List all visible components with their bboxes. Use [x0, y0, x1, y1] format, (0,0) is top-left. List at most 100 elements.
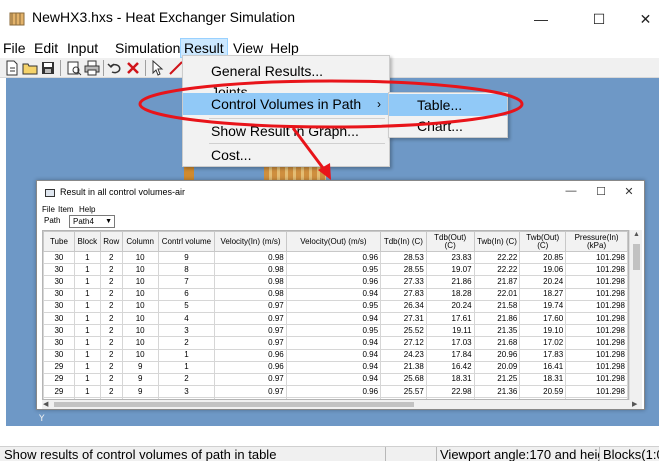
table-cell: 0.95: [285, 263, 382, 277]
table-row[interactable]: 29 1 2 9 1 0.96 0.94 21.38 16.42 20.09 16.41 101.29…: [43, 360, 628, 374]
table-cell: 1: [73, 311, 101, 326]
table-cell: 9: [121, 372, 159, 387]
scroll-thumb[interactable]: [54, 402, 414, 407]
result-menu-help[interactable]: Help: [79, 205, 95, 215]
table-row[interactable]: 30 1 2 10 5 0.97 0.95 26.34 20.24 21.58 19.74 101.2…: [43, 299, 628, 313]
column-header[interactable]: Row: [99, 231, 123, 252]
table-cell: 101.298: [565, 287, 628, 301]
scroll-up-icon[interactable]: ▲: [633, 231, 640, 238]
menu-simulation[interactable]: Simulation: [112, 38, 183, 58]
app-icon: [9, 12, 25, 26]
column-header[interactable]: Velocity(Out) (m/s): [285, 231, 382, 252]
table-cell: 1: [73, 287, 101, 301]
table-row[interactable]: 30 1 2 10 3 0.97 0.95 25.52 19.11 21.35 19.10 101.2…: [43, 324, 628, 338]
table-cell: 21.86: [425, 275, 475, 289]
column-header[interactable]: Twb(In) (C): [473, 231, 521, 252]
table-cell: 101.298: [565, 299, 628, 313]
scroll-left-icon[interactable]: ◀: [43, 400, 48, 408]
menu-item-control-volumes[interactable]: Control Volumes in Path ›: [183, 93, 389, 115]
column-header[interactable]: Tdb(In) (C): [380, 231, 427, 252]
vertical-scrollbar[interactable]: ▲: [629, 230, 642, 400]
table-cell: 2: [99, 263, 123, 277]
horizontal-scrollbar[interactable]: ◀ ▶: [42, 400, 642, 409]
table-cell: 22.98: [425, 385, 475, 399]
table-cell: 2: [157, 336, 216, 350]
table-cell: 2: [99, 275, 123, 289]
table-cell: 17.60: [519, 311, 567, 326]
table-row[interactable]: 30 1 2 10 4 0.97 0.94 27.31 17.61 21.86 17.60 101.2…: [43, 311, 628, 326]
menu-file[interactable]: File: [0, 38, 29, 58]
table-cell: 101.298: [565, 311, 628, 326]
close-button[interactable]: ✕: [632, 6, 659, 32]
scroll-right-icon[interactable]: ▶: [632, 400, 637, 408]
menu-item-general-results[interactable]: General Results...: [183, 60, 389, 82]
table-cell: 19.10: [519, 324, 567, 338]
column-header[interactable]: Column: [121, 231, 159, 252]
table-row[interactable]: 30 1 2 10 2 0.97 0.94 27.12 17.03 21.68 17.02 101.2…: [43, 336, 628, 350]
table-row[interactable]: 30 1 2 10 7 0.98 0.96 27.33 21.86 21.87 20.24 101.2…: [43, 275, 628, 289]
table-cell: 2: [99, 348, 123, 362]
save-icon[interactable]: [40, 60, 56, 76]
column-header[interactable]: Tube: [43, 231, 75, 252]
new-file-icon[interactable]: [4, 60, 20, 76]
menu-edit[interactable]: Edit: [31, 38, 61, 58]
table-cell: 10: [121, 275, 159, 289]
print-preview-icon[interactable]: [66, 60, 82, 76]
scroll-thumb[interactable]: [633, 244, 640, 270]
table-cell: 18.31: [425, 372, 475, 387]
table-cell: 101.298: [565, 385, 628, 399]
column-header[interactable]: Pressure(In) (kPa): [565, 231, 628, 252]
table-cell: 1: [73, 372, 101, 387]
table-row[interactable]: 30 1 2 10 8 0.98 0.95 28.55 19.07 22.22 19.06 101.2…: [43, 263, 628, 277]
table-cell: 28.53: [380, 250, 427, 265]
table-cell: 22.22: [473, 250, 521, 265]
submenu-item-table[interactable]: Table...: [389, 94, 507, 116]
column-header[interactable]: Contrl volume: [157, 231, 216, 252]
table-cell: 1: [73, 324, 101, 338]
maximize-button[interactable]: ☐: [582, 6, 616, 32]
table-cell: 10: [121, 324, 159, 338]
path-select-value: Path4: [73, 217, 94, 226]
result-maximize-button[interactable]: ☐: [589, 185, 613, 198]
delete-icon[interactable]: [125, 60, 141, 76]
column-header[interactable]: Twb(Out) (C): [519, 231, 567, 252]
table-row[interactable]: 29 1 2 9 3 0.97 0.96 25.57 22.98 21.36 20.59 101.29…: [43, 385, 628, 399]
table-cell: 26.34: [380, 299, 427, 313]
table-cell: 0.97: [214, 324, 287, 338]
table-cell: 30: [43, 348, 75, 362]
path-select[interactable]: Path4 ▼: [69, 215, 115, 228]
undo-icon[interactable]: [107, 60, 123, 76]
table-cell: 101.298: [565, 275, 628, 289]
menu-input[interactable]: Input: [64, 38, 101, 58]
table-cell: 29: [43, 385, 75, 399]
table-cell: 0.94: [285, 287, 382, 301]
result-window-titlebar: Result in all control volumes-air — ☐ ✕: [37, 181, 644, 205]
menu-item-cost[interactable]: Cost...: [183, 144, 389, 166]
table-row[interactable]: 30 1 2 10 1 0.96 0.94 24.23 17.84 20.96 17.83 101.2…: [43, 348, 628, 362]
table-cell: 7: [157, 275, 216, 289]
result-menu-file[interactable]: File: [42, 205, 55, 215]
print-icon[interactable]: [84, 60, 100, 76]
result-menu-item[interactable]: Item: [58, 205, 74, 215]
control-volumes-submenu: Table... Chart...: [388, 92, 508, 138]
column-header[interactable]: Block: [73, 231, 101, 252]
results-grid[interactable]: Tube Block Row Column Contrl volume Velocity(…: [42, 230, 629, 400]
status-blocks: Blocks(1:0: [599, 447, 659, 461]
submenu-item-chart[interactable]: Chart...: [389, 115, 507, 137]
table-row[interactable]: 30 1 2 10 6 0.98 0.94 27.83 18.28 22.01 18.27 101.2…: [43, 287, 628, 301]
column-header[interactable]: Velocity(In) (m/s): [214, 231, 287, 252]
result-close-button[interactable]: ✕: [617, 185, 641, 198]
select-pointer-icon[interactable]: [150, 60, 166, 76]
menu-item-show-result-graph[interactable]: Show Result in Graph...: [183, 120, 389, 142]
table-cell: 21.38: [380, 360, 427, 374]
table-cell: 101.298: [565, 348, 628, 362]
minimize-button[interactable]: —: [524, 6, 558, 32]
menu-separator: [209, 118, 385, 119]
table-row[interactable]: 30 1 2 10 9 0.98 0.96 28.53 23.83 22.22 20.85 101.2…: [43, 250, 628, 265]
open-folder-icon[interactable]: [22, 60, 38, 76]
result-minimize-button[interactable]: —: [559, 185, 583, 197]
column-header[interactable]: Tdb(Out) (C): [425, 231, 475, 252]
table-cell: 0.98: [214, 263, 287, 277]
table-row[interactable]: 29 1 2 9 2 0.97 0.94 25.68 18.31 21.25 18.31 101.29…: [43, 372, 628, 387]
table-cell: 0.96: [285, 250, 382, 265]
